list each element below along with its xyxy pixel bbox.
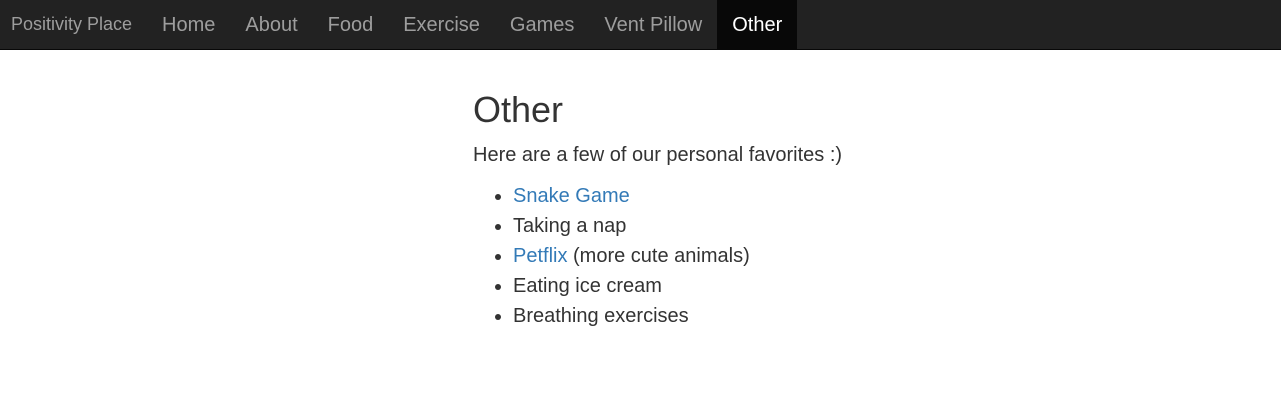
nav-menu: Home About Food Exercise Games Vent Pill… bbox=[147, 0, 798, 49]
list-item-nap: Taking a nap bbox=[513, 211, 1173, 241]
snake-game-link[interactable]: Snake Game bbox=[513, 185, 630, 207]
list-item-breathing: Breathing exercises bbox=[513, 301, 1173, 331]
petflix-link[interactable]: Petflix bbox=[513, 245, 567, 267]
list-item-snake-game: Snake Game bbox=[513, 181, 1173, 211]
nav-link-about[interactable]: About bbox=[230, 0, 312, 49]
page-title: Other bbox=[473, 89, 564, 130]
nav-link-food[interactable]: Food bbox=[313, 0, 389, 49]
top-navbar: Positivity Place Home About Food Exercis… bbox=[0, 0, 1281, 50]
nav-link-games[interactable]: Games bbox=[495, 0, 589, 49]
intro-text: Here are a few of our personal favorites… bbox=[473, 144, 843, 166]
list-item-text: (more cute animals) bbox=[567, 245, 750, 267]
favorites-list: Snake Game Taking a nap Petflix (more cu… bbox=[473, 181, 1173, 331]
nav-item-food: Food bbox=[313, 0, 389, 49]
nav-link-home[interactable]: Home bbox=[147, 0, 230, 49]
nav-item-other: Other bbox=[717, 0, 798, 49]
nav-item-vent-pillow: Vent Pillow bbox=[589, 0, 717, 49]
nav-link-other[interactable]: Other bbox=[717, 0, 798, 49]
nav-link-exercise[interactable]: Exercise bbox=[388, 0, 495, 49]
list-item-text: Breathing exercises bbox=[513, 305, 689, 327]
nav-item-exercise: Exercise bbox=[388, 0, 495, 49]
list-item-text: Eating ice cream bbox=[513, 275, 662, 297]
nav-link-vent-pillow[interactable]: Vent Pillow bbox=[589, 0, 717, 49]
list-item-text: Taking a nap bbox=[513, 215, 627, 237]
main-content: Other Here are a few of our personal fav… bbox=[473, 88, 1173, 331]
list-item-ice-cream: Eating ice cream bbox=[513, 271, 1173, 301]
nav-item-about: About bbox=[230, 0, 312, 49]
nav-item-games: Games bbox=[495, 0, 589, 49]
list-item-petflix: Petflix (more cute animals) bbox=[513, 241, 1173, 271]
brand-link[interactable]: Positivity Place bbox=[11, 14, 132, 34]
nav-item-home: Home bbox=[147, 0, 230, 49]
